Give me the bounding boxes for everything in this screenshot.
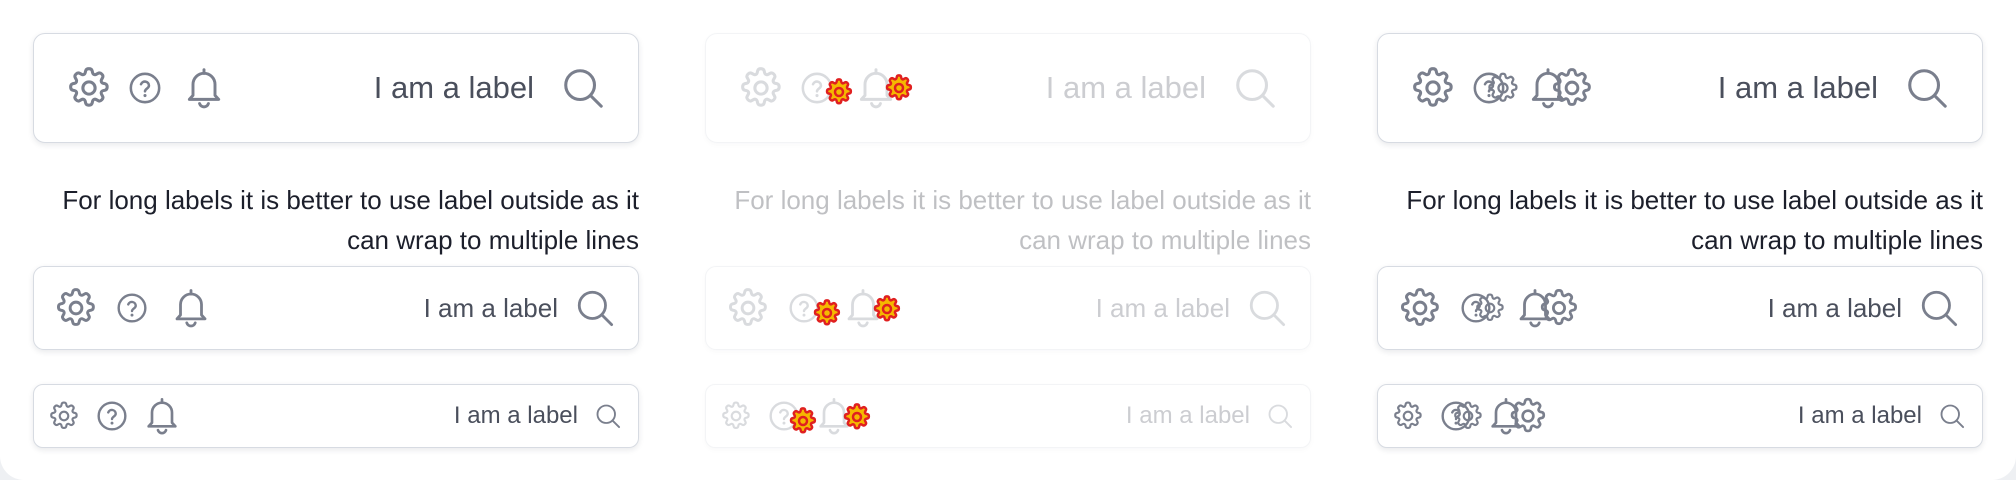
panel-default: I am a label For long labels it is bette… [0, 0, 672, 480]
bell-icon[interactable] [170, 285, 212, 331]
search-field-large[interactable]: I am a label [33, 33, 639, 143]
bell-icon[interactable] [142, 393, 182, 439]
search-field-small[interactable]: I am a label [33, 384, 639, 448]
gear-icon[interactable] [1392, 400, 1424, 432]
panel-badged: I am a label For long labels it is bette… [1344, 0, 2016, 480]
help-circle-icon[interactable] [1440, 400, 1472, 432]
warning-gear-badge-icon [788, 406, 818, 436]
outside-label: For long labels it is better to use labe… [734, 185, 1311, 255]
help-circle-icon[interactable] [96, 400, 128, 432]
field-label: I am a label [373, 70, 534, 105]
panel-disabled: I am a label For long labels it is bette… [672, 0, 1344, 480]
gear-icon [738, 65, 784, 111]
search-field-large[interactable]: I am a label [1377, 33, 1983, 143]
warning-gear-badge-icon [824, 77, 854, 107]
search-icon[interactable] [574, 287, 616, 329]
canvas: I am a label For long labels it is bette… [0, 0, 2016, 480]
gear-badge-icon [1452, 400, 1484, 432]
field-label: I am a label [1125, 402, 1250, 429]
bell-icon[interactable] [1486, 393, 1526, 439]
bell-icon[interactable] [1526, 64, 1570, 112]
gear-badge-icon [1486, 71, 1520, 105]
field-label: I am a label [1717, 70, 1878, 105]
gear-icon [720, 400, 752, 432]
search-icon[interactable] [594, 402, 622, 430]
search-field-medium[interactable]: I am a label [1377, 266, 1983, 350]
bell-icon[interactable] [1514, 285, 1556, 331]
gear-badge-icon [1474, 292, 1506, 324]
warning-gear-badge-icon [812, 298, 842, 328]
search-icon [1266, 402, 1294, 430]
help-circle-icon[interactable] [128, 71, 162, 105]
outside-label: For long labels it is better to use labe… [62, 185, 639, 255]
search-icon[interactable] [1918, 287, 1960, 329]
search-field-medium[interactable]: I am a label [33, 266, 639, 350]
search-field-large-disabled: I am a label [705, 33, 1311, 143]
field-label: I am a label [1095, 292, 1230, 323]
warning-gear-badge-icon [842, 402, 872, 432]
help-circle-icon[interactable] [1472, 71, 1506, 105]
help-circle-icon[interactable] [1460, 292, 1492, 324]
gear-icon [726, 286, 770, 330]
gear-badge-icon [1550, 64, 1594, 112]
gear-badge-icon [1538, 285, 1580, 331]
field-label: I am a label [1797, 402, 1922, 429]
gear-icon[interactable] [48, 400, 80, 432]
warning-gear-badge-icon [884, 73, 914, 103]
gear-badge-icon [1508, 393, 1548, 439]
warning-gear-badge-icon [872, 294, 902, 324]
bell-icon[interactable] [182, 64, 226, 112]
search-field-medium-disabled: I am a label [705, 266, 1311, 350]
search-icon [1232, 65, 1278, 111]
search-field-small[interactable]: I am a label [1377, 384, 1983, 448]
gear-icon[interactable] [54, 286, 98, 330]
gear-icon[interactable] [66, 65, 112, 111]
help-circle-icon[interactable] [116, 292, 148, 324]
search-icon[interactable] [1904, 65, 1950, 111]
search-icon[interactable] [560, 65, 606, 111]
field-label: I am a label [1767, 292, 1902, 323]
outside-label: For long labels it is better to use labe… [1406, 185, 1983, 255]
field-label: I am a label [423, 292, 558, 323]
gear-icon[interactable] [1398, 286, 1442, 330]
search-icon [1246, 287, 1288, 329]
field-label: I am a label [1045, 70, 1206, 105]
gear-icon[interactable] [1410, 65, 1456, 111]
search-icon[interactable] [1938, 402, 1966, 430]
field-label: I am a label [453, 402, 578, 429]
